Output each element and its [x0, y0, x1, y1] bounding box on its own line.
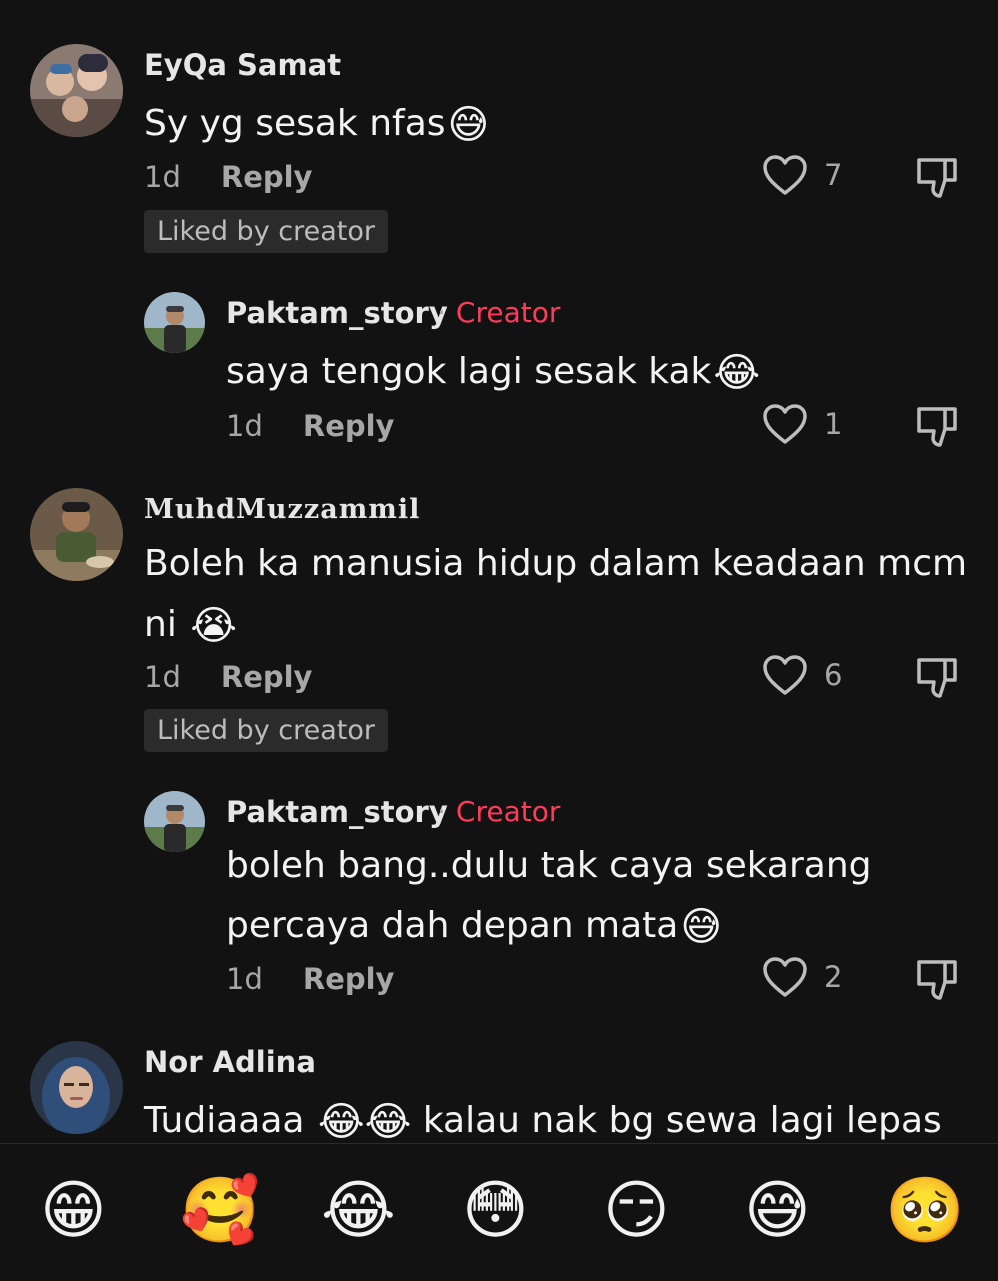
comment-text-before: Tudiaaaa: [144, 1100, 305, 1141]
avatar[interactable]: [30, 44, 123, 137]
reply-time: 1d: [226, 409, 263, 443]
smirk-emoji-icon[interactable]: 😏: [603, 1174, 670, 1248]
heart-icon: [763, 155, 807, 195]
avatar-photo-man-dining: [30, 488, 123, 581]
dislike-button[interactable]: [914, 956, 960, 1006]
heart-icon: [763, 404, 807, 444]
like-button[interactable]: 7: [762, 154, 842, 196]
creator-label: · Creator: [437, 795, 561, 828]
creator-label: · Creator: [437, 296, 561, 329]
comment-text-after: kalau nak bg sewa lagi lepas: [422, 1100, 942, 1141]
creator-label-text: Creator: [455, 795, 561, 828]
pleading-emoji-icon[interactable]: 🥺: [885, 1174, 965, 1248]
sweat-smile-emoji-icon[interactable]: 😅: [744, 1174, 811, 1248]
reply-text-line-2: percaya dah depan mata😅: [226, 895, 722, 956]
comment-time: 1d: [144, 160, 181, 194]
thumbs-down-icon: [917, 658, 957, 698]
like-count: 7: [824, 158, 843, 192]
smiling-hearts-emoji-icon[interactable]: 🥰: [180, 1174, 260, 1248]
reply-text-body: saya tengok lagi sesak kak: [226, 351, 712, 392]
comment-time: 1d: [144, 660, 181, 694]
comment-text: Tudiaaaa 😂😂 kalau nak bg sewa lagi lepas: [144, 1090, 942, 1151]
creator-label-text: Creator: [455, 296, 561, 329]
comment-meta: 1d Reply: [144, 160, 312, 194]
joy-emoji-icon: 😂: [713, 350, 761, 396]
reply-text: saya tengok lagi sesak kak😂: [226, 341, 760, 402]
thumbs-down-icon: [917, 407, 957, 447]
reply-meta: 1d Reply: [226, 962, 394, 996]
reply-button[interactable]: Reply: [303, 409, 395, 443]
reply-button[interactable]: Reply: [303, 962, 395, 996]
comment-username[interactable]: Nor Adlina: [144, 1045, 316, 1079]
avatar[interactable]: [30, 488, 123, 581]
comment-text-body: ni: [144, 604, 177, 645]
thumbs-down-icon: [917, 158, 957, 198]
liked-by-creator-badge: Liked by creator: [144, 709, 388, 752]
comment-text-line-1: Boleh ka manusia hidup dalam keadaan mcm: [144, 543, 968, 584]
like-count: 6: [824, 658, 843, 692]
heart-icon: [763, 957, 807, 997]
comment-text-line-2: ni 😭: [144, 594, 237, 655]
joy-emoji-icon[interactable]: 😂: [321, 1174, 396, 1248]
reply-text-body: percaya dah depan mata: [226, 905, 679, 946]
avatar[interactable]: [144, 292, 205, 353]
comment-text: Sy yg sesak nfas😅: [144, 93, 489, 154]
dislike-button[interactable]: [914, 154, 960, 204]
sweat-smile-emoji-icon: 😅: [447, 102, 490, 148]
like-button[interactable]: 6: [762, 654, 842, 696]
comment-text-body: Sy yg sesak nfas: [144, 103, 446, 144]
reply-button[interactable]: Reply: [221, 660, 313, 694]
avatar-photo-man-cap: [144, 292, 205, 353]
like-button[interactable]: 1: [762, 403, 842, 445]
reply-username[interactable]: Paktam_story: [226, 296, 448, 330]
thumbs-down-icon: [917, 960, 957, 1000]
avatar-photo-woman-hijab: [30, 1041, 123, 1134]
flushed-emoji-icon[interactable]: 😳: [462, 1174, 529, 1248]
reply-button[interactable]: Reply: [221, 160, 313, 194]
joy-emoji-icon: 😂😂: [317, 1099, 412, 1145]
dislike-button[interactable]: [914, 654, 960, 704]
avatar-photo-man-cap: [144, 791, 205, 852]
grinning-emoji-icon[interactable]: 😁: [40, 1174, 107, 1248]
emoji-reaction-bar: 😁 🥰 😂 😳 😏 😅 🥺: [0, 1143, 998, 1281]
comment-meta: 1d Reply: [144, 660, 312, 694]
reply-text-line-1: boleh bang..dulu tak caya sekarang: [226, 845, 872, 886]
reply-time: 1d: [226, 962, 263, 996]
comment-username[interactable]: MuhdMuzzammil: [144, 494, 420, 525]
dislike-button[interactable]: [914, 403, 960, 453]
liked-by-creator-badge: Liked by creator: [144, 210, 388, 253]
like-count: 1: [824, 407, 843, 441]
comment-username[interactable]: EyQa Samat: [144, 48, 341, 82]
reply-meta: 1d Reply: [226, 409, 394, 443]
like-count: 2: [824, 960, 843, 994]
reply-username[interactable]: Paktam_story: [226, 795, 448, 829]
avatar[interactable]: [144, 791, 205, 852]
loudly-crying-emoji-icon: 😭: [190, 603, 238, 649]
heart-icon: [763, 655, 807, 695]
sweat-smile-emoji-icon: 😅: [680, 904, 723, 950]
avatar[interactable]: [30, 1041, 123, 1134]
like-button[interactable]: 2: [762, 956, 842, 998]
avatar-photo-family: [30, 44, 123, 137]
